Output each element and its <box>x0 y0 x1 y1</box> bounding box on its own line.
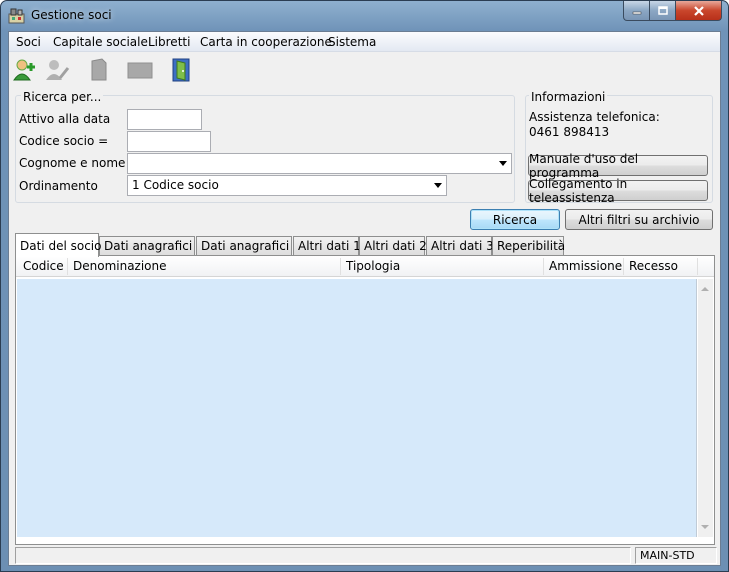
window-title: Gestione soci <box>31 8 112 22</box>
edit-user-icon <box>46 60 70 80</box>
column-header-ammissione[interactable]: Ammissione <box>543 259 622 273</box>
add-member-button[interactable] <box>12 57 38 83</box>
order-select-value: 1 Codice socio <box>132 178 219 192</box>
document-button[interactable] <box>86 57 112 83</box>
client-area: Soci Capitale sociale Libretti Carta in … <box>8 31 721 566</box>
menu-carta-in-cooperazione[interactable]: Carta in cooperazione <box>200 35 332 49</box>
card-button[interactable] <box>127 57 153 83</box>
column-header-recesso[interactable]: Recesso <box>623 259 678 273</box>
active-date-input[interactable] <box>127 109 202 130</box>
more-filters-button[interactable]: Altri filtri su archivio <box>565 209 713 230</box>
column-header-codice[interactable]: Codice <box>17 259 64 273</box>
chevron-down-icon <box>434 183 442 188</box>
tab-dati-anagrafici-2[interactable]: Dati anagrafici 2 <box>196 236 301 256</box>
close-icon <box>693 5 704 16</box>
grid-vertical-scrollbar[interactable] <box>698 279 713 537</box>
menu-bar: Soci Capitale sociale Libretti Carta in … <box>9 32 720 52</box>
column-header-tipologia[interactable]: Tipologia <box>340 259 400 273</box>
chevron-down-icon <box>499 161 507 166</box>
app-icon <box>8 8 25 24</box>
tab-reperibilita[interactable]: Reperibilità <box>492 236 565 256</box>
status-pane-mode: MAIN-STD <box>635 547 717 564</box>
phone-support-number: 0461 898413 <box>529 125 610 139</box>
tab-panel-dati-del-socio: Codice Denominazione Tipologia Ammission… <box>15 255 715 545</box>
maximize-icon <box>657 6 668 15</box>
maximize-button[interactable] <box>650 1 676 21</box>
member-code-label: Codice socio = <box>19 134 109 148</box>
remote-assistance-button[interactable]: Collegamento in teleassistenza <box>528 177 708 205</box>
column-separator[interactable] <box>697 258 698 275</box>
column-header-denominazione[interactable]: Denominazione <box>67 259 167 273</box>
search-group-label: Ricerca per... <box>21 90 104 104</box>
tab-altri-dati-2[interactable]: Altri dati 2 <box>359 236 427 256</box>
add-user-icon <box>13 59 35 81</box>
edit-member-button[interactable] <box>44 57 70 83</box>
member-code-input[interactable] <box>127 131 211 152</box>
window-controls <box>623 1 722 21</box>
scroll-up-arrow-icon[interactable] <box>701 287 709 291</box>
card-icon <box>127 62 153 79</box>
order-label: Ordinamento <box>19 179 98 193</box>
active-date-label: Attivo alla data <box>19 112 111 126</box>
menu-libretti[interactable]: Libretti <box>148 35 190 49</box>
status-bar: MAIN-STD <box>9 546 720 566</box>
title-bar[interactable]: Gestione soci <box>1 1 728 31</box>
members-grid-body[interactable] <box>17 279 697 537</box>
minimize-icon <box>632 11 641 14</box>
menu-capitale-sociale[interactable]: Capitale sociale <box>53 35 148 49</box>
search-button[interactable]: Ricerca <box>470 209 560 230</box>
status-pane-left <box>15 547 631 564</box>
tab-dati-anagrafici-1[interactable]: Dati anagrafici 1 <box>99 236 204 256</box>
document-icon <box>91 58 107 81</box>
main-window: Gestione soci Soci Capitale sociale Libr… <box>0 0 729 572</box>
close-button[interactable] <box>676 1 722 21</box>
tab-dati-del-socio[interactable]: Dati del socio <box>15 233 101 257</box>
menu-sistema[interactable]: Sistema <box>328 35 376 49</box>
phone-support-label: Assistenza telefonica: <box>529 110 660 124</box>
info-group-label: Informazioni <box>529 90 608 104</box>
scroll-down-arrow-icon[interactable] <box>701 525 709 529</box>
minimize-button[interactable] <box>623 1 650 21</box>
name-label: Cognome e nome <box>19 156 126 170</box>
menu-soci[interactable]: Soci <box>16 35 41 49</box>
tab-altri-dati-3[interactable]: Altri dati 3 <box>426 236 494 256</box>
name-combobox[interactable] <box>127 153 512 174</box>
user-manual-button[interactable]: Manuale d'uso del programma <box>528 152 708 180</box>
order-select[interactable]: 1 Codice socio <box>127 175 447 196</box>
exit-button[interactable] <box>169 57 195 83</box>
grid-header: Codice Denominazione Tipologia Ammission… <box>16 256 714 277</box>
exit-door-icon <box>172 58 190 82</box>
toolbar <box>9 53 720 87</box>
tab-altri-dati-1[interactable]: Altri dati 1 <box>293 236 361 256</box>
